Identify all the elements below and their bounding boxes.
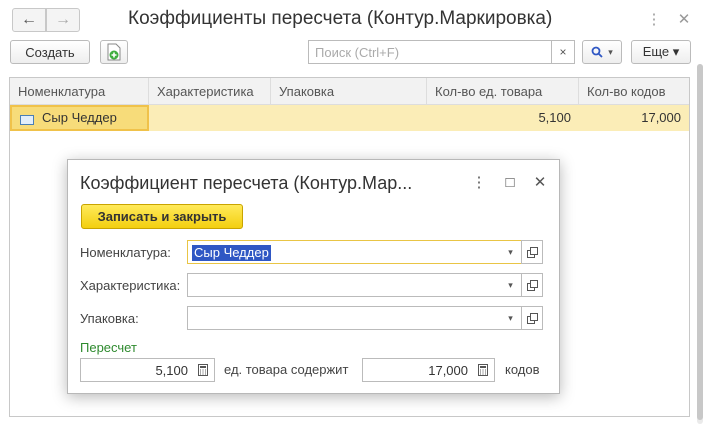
close-icon[interactable]: ✕ <box>674 9 694 31</box>
copy-create-button[interactable] <box>100 40 128 64</box>
search-icon <box>591 46 603 58</box>
nomenclature-open-button[interactable] <box>521 240 543 264</box>
contains-text: ед. товара содержит <box>224 362 349 377</box>
add-document-icon <box>107 43 121 61</box>
back-arrow-icon: ← <box>21 11 37 28</box>
column-header-codes-qty[interactable]: Кол-во кодов <box>579 78 689 105</box>
recalc-coefficient-dialog: Коэффициент пересчета (Контур.Мар... ⋮ □… <box>67 159 560 394</box>
characteristic-open-button[interactable] <box>521 273 543 297</box>
package-open-button[interactable] <box>521 306 543 330</box>
window-header: ← → Коэффициенты пересчета (Контур.Марки… <box>0 0 709 40</box>
cell-goods-qty: 5,100 <box>538 110 571 125</box>
table-header: Номенклатура Характеристика Упаковка Кол… <box>10 78 689 105</box>
open-window-icon <box>526 246 538 258</box>
search-button[interactable]: ▾ <box>582 40 622 64</box>
cell-package <box>271 105 427 131</box>
characteristic-dropdown-button[interactable]: ▾ <box>500 273 522 297</box>
forward-arrow-icon: → <box>55 11 71 28</box>
back-button[interactable]: ← <box>12 8 46 32</box>
search-input[interactable]: Поиск (Ctrl+F) <box>308 40 552 64</box>
search-clear-button[interactable]: × <box>551 40 575 64</box>
calculator-button[interactable] <box>192 359 214 381</box>
maximize-icon[interactable]: □ <box>499 172 521 194</box>
create-button[interactable]: Создать <box>10 40 90 64</box>
chevron-down-icon: ▾ <box>508 246 513 257</box>
column-header-package[interactable]: Упаковка <box>271 78 427 105</box>
open-window-icon <box>526 312 538 324</box>
chevron-down-icon: ▾ <box>608 46 613 57</box>
calculator-icon <box>478 364 488 376</box>
nomenclature-value: Сыр Чеддер <box>192 245 271 261</box>
nomenclature-dropdown-button[interactable]: ▾ <box>500 240 522 264</box>
package-label: Упаковка: <box>80 311 139 326</box>
package-value <box>192 311 196 327</box>
codes-text: кодов <box>505 362 540 377</box>
nomenclature-field[interactable]: Сыр Чеддер <box>187 240 502 264</box>
cell-codes-qty: 17,000 <box>641 110 681 125</box>
column-header-characteristic[interactable]: Характеристика <box>149 78 271 105</box>
table-row[interactable]: Сыр Чеддер 5,100 17,000 <box>10 105 689 131</box>
save-and-close-button[interactable]: Записать и закрыть <box>81 204 243 229</box>
nomenclature-label: Номенклатура: <box>80 245 171 260</box>
calculator-icon <box>198 364 208 376</box>
open-window-icon <box>526 279 538 291</box>
page-title: Коэффициенты пересчета (Контур.Маркировк… <box>128 8 553 29</box>
calculator-button[interactable] <box>472 359 494 381</box>
package-field[interactable] <box>187 306 502 330</box>
column-header-goods-qty[interactable]: Кол-во ед. товара <box>427 78 579 105</box>
selected-cell[interactable]: Сыр Чеддер <box>10 105 149 131</box>
package-dropdown-button[interactable]: ▾ <box>500 306 522 330</box>
recalc-group-label: Пересчет <box>80 340 137 355</box>
chevron-down-icon: ▾ <box>508 279 513 290</box>
more-icon[interactable]: ⋮ <box>644 9 664 31</box>
codes-qty-field[interactable]: 17,000 <box>362 358 495 382</box>
scrollbar-thumb[interactable] <box>697 64 703 420</box>
dialog-title: Коэффициент пересчета (Контур.Мар... <box>80 173 413 193</box>
goods-qty-field[interactable]: 5,100 <box>80 358 215 382</box>
cell-nomenclature: Сыр Чеддер <box>42 110 117 125</box>
characteristic-label: Характеристика: <box>80 278 181 293</box>
characteristic-field[interactable] <box>187 273 502 297</box>
cell-characteristic <box>149 105 271 131</box>
dialog-more-icon[interactable]: ⋮ <box>468 172 490 194</box>
item-icon <box>20 115 34 125</box>
chevron-down-icon: ▾ <box>508 312 513 323</box>
goods-qty-value: 5,100 <box>155 363 188 378</box>
characteristic-value <box>192 278 196 294</box>
dialog-close-icon[interactable]: ✕ <box>529 172 551 194</box>
forward-button[interactable]: → <box>46 8 80 32</box>
more-button[interactable]: Еще ▾ <box>631 40 691 64</box>
column-header-nomenclature[interactable]: Номенклатура <box>10 78 149 105</box>
codes-qty-value: 17,000 <box>428 363 468 378</box>
